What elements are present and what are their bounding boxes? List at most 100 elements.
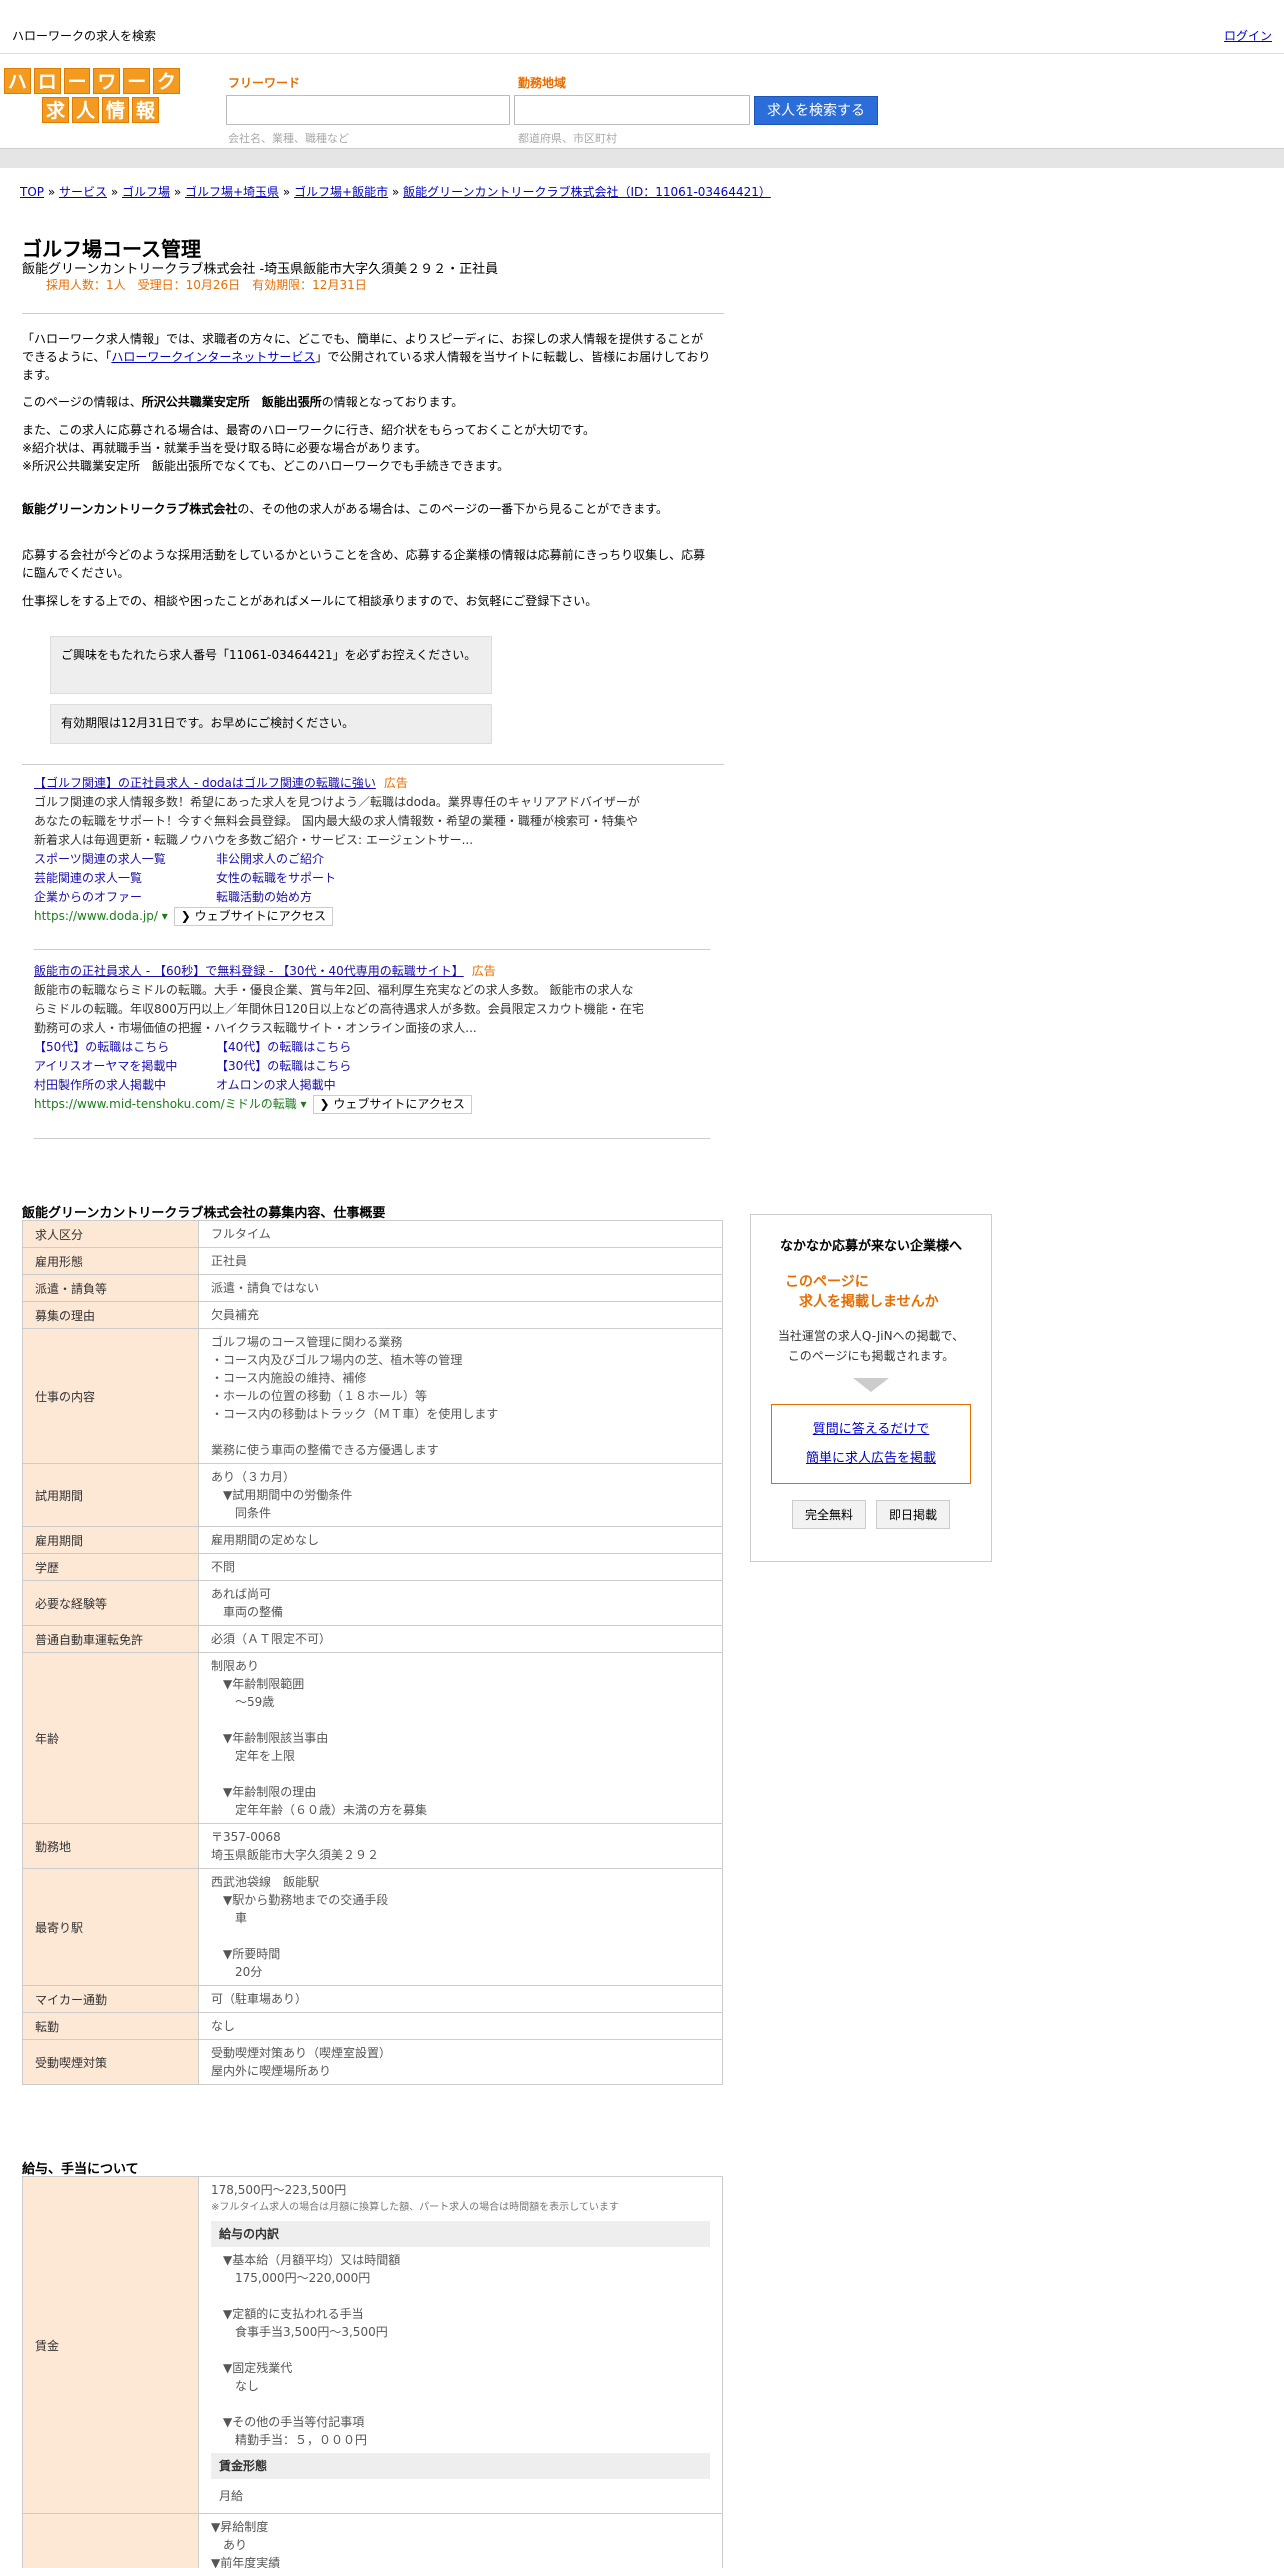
detail-line: ゴルフ場のコース管理に関わる業務: [211, 1335, 403, 1349]
detail-key: 学歴: [22, 1553, 199, 1581]
arrow-down-icon: [853, 1378, 889, 1392]
divider: [22, 313, 724, 314]
ad-sitelink[interactable]: 転職活動の始め方: [216, 888, 416, 907]
table-row: 転勤 なし: [22, 2012, 723, 2040]
detail-line: 定年年齢（６０歳）未満の方を募集: [211, 1803, 428, 1817]
table-row: 雇用形態 正社員: [22, 1247, 723, 1275]
other-jobs-paragraph: 飯能グリーンカントリークラブ株式会社の、その他の求人がある場合は、このページの一…: [22, 502, 668, 516]
search-button[interactable]: 求人を検索する: [754, 96, 878, 125]
detail-line: フルタイム: [211, 1227, 271, 1241]
freeword-placeholder: 会社名、業種、職種など: [228, 132, 349, 145]
detail-key: 年齢: [22, 1652, 199, 1824]
logo-char: ロ: [33, 68, 61, 94]
detail-line: ・コース内及びゴルフ場内の芝、植木等の管理: [211, 1353, 463, 1367]
hellowork-link[interactable]: ハローワークインターネットサービス: [111, 350, 315, 364]
breakdown-line: ▼固定残業代: [223, 2361, 293, 2375]
detail-line: 定年を上限: [211, 1749, 296, 1763]
ad-title-row: 飯能市の正社員求人 - 【60秒】で無料登録 - 【30代・40代専用の転職サイ…: [34, 962, 644, 981]
breadcrumb-link[interactable]: ゴルフ場+埼玉県: [185, 185, 279, 199]
logo-char: 情: [102, 97, 129, 123]
ad-block: 飯能市の正社員求人 - 【60秒】で無料登録 - 【30代・40代専用の転職サイ…: [34, 962, 644, 1114]
detail-line: ▼駅から勤務地までの交通手段: [211, 1893, 389, 1907]
sidebar-link-box: 質問に答えるだけで 簡単に求人広告を掲載: [771, 1404, 971, 1484]
detail-value: あり（３カ月） ▼試用期間中の労働条件 同条件: [198, 1463, 723, 1527]
raise-value: ▼昇給制度 あり ▼前年度実績: [198, 2513, 723, 2568]
detail-line: ▼年齢制限の理由: [211, 1785, 317, 1799]
table-row: 派遣・請負等 派遣・請負ではない: [22, 1274, 723, 1302]
ad-url[interactable]: https://www.mid-tenshoku.com/ミドルの転職 ▾: [34, 1097, 307, 1111]
breakdown-line: 食事手当3,500円〜3,500円: [223, 2325, 388, 2339]
detail-line: ▼所要時間: [211, 1947, 281, 1961]
breadcrumb-link[interactable]: TOP: [20, 185, 44, 199]
breakdown-line: 精勤手当：５，０００円: [223, 2433, 368, 2447]
freeword-input[interactable]: [226, 95, 510, 125]
ad-sitelink[interactable]: 【30代】の転職はこちら: [216, 1057, 416, 1076]
detail-value: 制限あり ▼年齢制限範囲 〜59歳 ▼年齢制限該当事由 定年を上限 ▼年齢制限の…: [198, 1652, 723, 1824]
ad-title-link[interactable]: 【ゴルフ関連】の正社員求人 - dodaはゴルフ関連の転職に強い: [34, 776, 376, 790]
detail-key: 仕事の内容: [22, 1328, 199, 1464]
ad-sitelink[interactable]: 非公開求人のご紹介: [216, 850, 416, 869]
ad-sitelink[interactable]: 企業からのオファー: [34, 888, 216, 907]
header-divider: [0, 148, 1284, 168]
ad-sitelink[interactable]: 【40代】の転職はこちら: [216, 1038, 416, 1057]
breadcrumb-link[interactable]: ゴルフ場+飯能市: [294, 185, 388, 199]
detail-line: [211, 1711, 710, 1729]
detail-line: 車両の整備: [211, 1605, 284, 1619]
login-link[interactable]: ログイン: [1224, 27, 1272, 44]
ad-sitelink[interactable]: スポーツ関連の求人一覧: [34, 850, 216, 869]
same-day-button[interactable]: 即日掲載: [876, 1500, 951, 1529]
top-bar: ハローワークの求人を検索 ログイン: [0, 0, 1284, 54]
ad-sitelink[interactable]: アイリスオーヤマを掲載中: [34, 1057, 216, 1076]
expiry-notice: 有効期限は12月31日です。お早めにご検討ください。: [50, 704, 492, 744]
ad-url[interactable]: https://www.doda.jp/ ▾: [34, 909, 168, 923]
table-row: 仕事の内容 ゴルフ場のコース管理に関わる業務・コース内及びゴルフ場内の芝、植木等の…: [22, 1328, 723, 1464]
visit-site-button[interactable]: ❯ ウェブサイトにアクセス: [312, 1095, 472, 1114]
ad-sitelink[interactable]: 女性の転職をサポート: [216, 869, 416, 888]
section-title-overview: 飯能グリーンカントリークラブ株式会社の募集内容、仕事概要: [22, 1206, 386, 1221]
visit-site-button[interactable]: ❯ ウェブサイトにアクセス: [173, 907, 334, 926]
breakdown-line: なし: [223, 2379, 260, 2393]
detail-line: 派遣・請負ではない: [211, 1281, 320, 1295]
detail-line: [211, 1927, 710, 1945]
area-input[interactable]: [514, 95, 750, 125]
free-button[interactable]: 完全無料: [791, 1500, 866, 1529]
breadcrumb-sep: »: [388, 185, 404, 199]
detail-value: 受動喫煙対策あり（喫煙室設置） 屋内外に喫煙場所あり: [198, 2039, 723, 2085]
site-logo[interactable]: ハローワーク 求人情報: [4, 68, 180, 126]
raise-key: [22, 2513, 199, 2568]
detail-value: 正社員: [198, 1247, 723, 1275]
table-row: 賃金 178,500円〜223,500円 ※フルタイム求人の場合は月額に換算した…: [22, 2176, 723, 2514]
ad-sitelink[interactable]: 芸能関連の求人一覧: [34, 869, 216, 888]
ad-block: 【ゴルフ関連】の正社員求人 - dodaはゴルフ関連の転職に強い 広告 ゴルフ関連の…: [34, 774, 644, 926]
logo-char: 人: [72, 97, 99, 123]
post-ad-link[interactable]: 簡単に求人広告を掲載: [806, 1451, 936, 1466]
breakdown-line: ▼定額的に支払われる手当: [223, 2307, 364, 2321]
detail-line: 欠員補充: [211, 1308, 260, 1322]
detail-value: 必須（ＡＴ限定不可）: [198, 1625, 723, 1653]
detail-key: 最寄り駅: [22, 1868, 199, 1986]
table-row: 勤務地 〒357-0068 埼玉県飯能市大字久須美２９２: [22, 1823, 723, 1869]
breadcrumb-link[interactable]: サービス: [59, 185, 107, 199]
question-link[interactable]: 質問に答えるだけで: [813, 1422, 930, 1437]
table-row: 必要な経験等 あれば尚可 車両の整備: [22, 1580, 723, 1626]
ad-sitelink[interactable]: 村田製作所の求人掲載中: [34, 1076, 216, 1095]
ad-sitelink[interactable]: オムロンの求人掲載中: [216, 1076, 416, 1095]
detail-line: 20分: [211, 1965, 263, 1979]
breakdown-line: 175,000円〜220,000円: [223, 2271, 371, 2285]
consult-paragraph: 仕事探しをする上での、相談や困ったことがあればメールにて相談承りますので、お気軽…: [22, 594, 598, 608]
detail-key: 募集の理由: [22, 1301, 199, 1329]
breadcrumb-link[interactable]: ゴルフ場: [122, 185, 170, 199]
detail-value: 雇用期間の定めなし: [198, 1526, 723, 1554]
detail-line: 雇用期間の定めなし: [211, 1533, 320, 1547]
breadcrumb-link[interactable]: 飯能グリーンカントリークラブ株式会社（ID：11061-03464421）: [403, 185, 771, 199]
detail-key: 勤務地: [22, 1823, 199, 1869]
ad-title-link[interactable]: 飯能市の正社員求人 - 【60秒】で無料登録 - 【30代・40代専用の転職サイ…: [34, 964, 464, 978]
advertise-sidebar: なかなか応募が来ない企業様へ このページに 求人を掲載しませんか 当社運営の求人Q…: [750, 1214, 992, 1562]
salary-amount: 178,500円〜223,500円: [211, 2183, 347, 2197]
ad-tag: 広告: [471, 964, 496, 978]
research-paragraph: 応募する会社が今どのような採用活動をしているかということを含め、応募する企業様の…: [22, 548, 706, 580]
ad-sitelink[interactable]: 【50代】の転職はこちら: [34, 1038, 216, 1057]
table-row: 求人区分 フルタイム: [22, 1220, 723, 1248]
detail-line: あれば尚可: [211, 1587, 272, 1601]
breakdown-line: [223, 2395, 710, 2413]
